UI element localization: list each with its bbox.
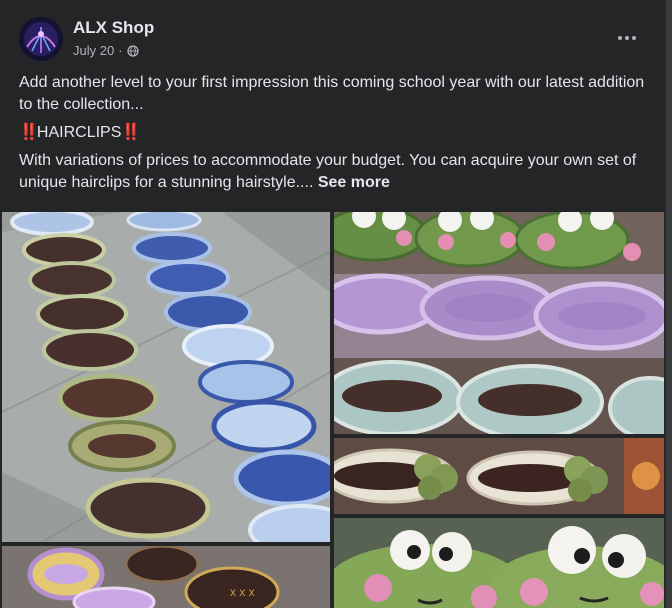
see-more-link[interactable]: See more: [318, 174, 390, 191]
page-logo: [19, 17, 63, 61]
globe-icon: [126, 44, 139, 57]
post-headline-line: ‼️HAIRCLIPS‼️: [19, 122, 649, 144]
post-paragraph-intro: Add another level to your first impressi…: [19, 74, 645, 113]
page-avatar[interactable]: [19, 17, 63, 61]
photo-frog-face-clips[interactable]: [334, 518, 664, 608]
double-exclamation-icon: ‼️: [121, 124, 141, 141]
more-horizontal-icon[interactable]: [612, 26, 642, 50]
post-text: Add another level to your first impressi…: [19, 72, 649, 200]
photo-frog-purple-clips[interactable]: [334, 212, 664, 434]
photo-purple-brown-clips[interactable]: x x x: [2, 546, 330, 608]
meta-separator: ·: [118, 43, 123, 58]
svg-text:x x x: x x x: [230, 585, 255, 599]
post-paragraph-body: With variations of prices to accommodate…: [19, 150, 649, 194]
post-card: ALX Shop July 20 · Add another level to …: [0, 0, 672, 608]
post-meta: July 20 ·: [73, 43, 139, 58]
photo-flower-clips[interactable]: [334, 438, 664, 514]
photo-blue-brown-clips[interactable]: [2, 212, 330, 542]
photo-grid: x x x: [0, 212, 666, 608]
page-name[interactable]: ALX Shop: [73, 18, 154, 38]
post-date[interactable]: July 20: [73, 43, 114, 58]
double-exclamation-icon: ‼️: [19, 124, 39, 141]
post-headline: HAIRCLIPS: [36, 124, 122, 141]
